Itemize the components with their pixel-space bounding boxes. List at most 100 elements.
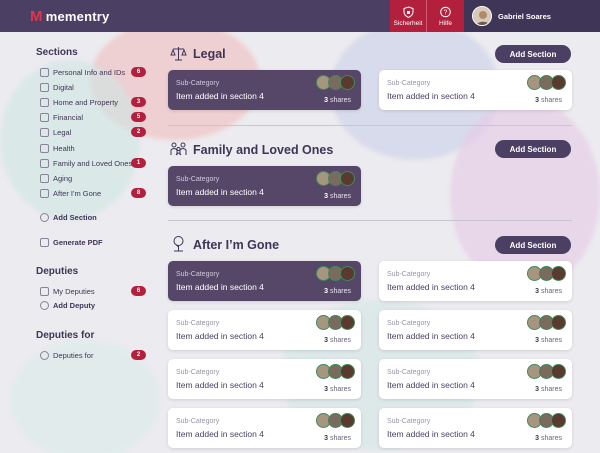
avatar xyxy=(472,6,492,26)
shares-count: 3 shares xyxy=(324,97,351,104)
item-card[interactable]: Sub-Category Item added in section 4 3 s… xyxy=(379,70,572,110)
shares-count: 3 shares xyxy=(535,386,562,393)
user-menu[interactable]: Gabriel Soares xyxy=(464,0,600,32)
shares-number: 3 xyxy=(324,435,329,442)
section-title: After I’m Gone xyxy=(193,238,280,252)
item-card[interactable]: Sub-Category Item added in section 4 3 s… xyxy=(168,70,361,110)
avatar-group xyxy=(316,413,355,428)
avatar-group xyxy=(316,171,355,186)
avatar xyxy=(340,171,355,186)
card-subcategory: Sub-Category xyxy=(387,369,431,376)
add-section-button[interactable]: Add Section xyxy=(495,45,571,63)
shares-number: 3 xyxy=(535,386,540,393)
card-subcategory: Sub-Category xyxy=(176,80,220,87)
shares-count: 3 shares xyxy=(535,288,562,295)
card-text: Item added in section 4 xyxy=(176,429,264,439)
avatar-group xyxy=(316,364,355,379)
card-subcategory: Sub-Category xyxy=(387,271,431,278)
avatar-group xyxy=(316,315,355,330)
shares-number: 3 xyxy=(535,97,540,104)
svg-text:?: ? xyxy=(444,9,448,16)
avatar xyxy=(340,266,355,281)
shares-number: 3 xyxy=(535,337,540,344)
avatar-group xyxy=(316,75,355,90)
card-text: Item added in section 4 xyxy=(387,429,475,439)
section-title: Family and Loved Ones xyxy=(193,143,334,157)
card-subcategory: Sub-Category xyxy=(176,320,220,327)
shares-number: 3 xyxy=(324,386,329,393)
family-icon xyxy=(170,142,187,156)
item-card[interactable]: Sub-Category Item added in section 4 3 s… xyxy=(379,261,572,301)
shares-count: 3 shares xyxy=(324,386,351,393)
shield-icon xyxy=(403,5,413,18)
avatar xyxy=(551,413,566,428)
card-text: Item added in section 4 xyxy=(176,187,264,197)
card-text: Item added in section 4 xyxy=(176,380,264,390)
avatar-group xyxy=(527,75,566,90)
card-text: Item added in section 4 xyxy=(176,91,264,101)
avatar-group xyxy=(316,266,355,281)
main-content: Legal Add Section Sub-Category Item adde… xyxy=(0,0,600,453)
shares-word: shares xyxy=(329,193,351,200)
shares-number: 3 xyxy=(324,193,329,200)
logo-icon: M xyxy=(30,7,43,25)
card-text: Item added in section 4 xyxy=(387,380,475,390)
shares-word: shares xyxy=(329,386,351,393)
avatar-group xyxy=(527,315,566,330)
help-button[interactable]: ? Hilfe xyxy=(426,0,464,32)
app-logo[interactable]: M mementry xyxy=(30,8,109,25)
shares-count: 3 shares xyxy=(324,288,351,295)
avatar xyxy=(340,413,355,428)
shares-word: shares xyxy=(540,97,562,104)
section-title: Legal xyxy=(193,47,226,61)
avatar xyxy=(340,75,355,90)
item-card[interactable]: Sub-Category Item added in section 4 3 s… xyxy=(168,261,361,301)
avatar xyxy=(551,364,566,379)
shares-count: 3 shares xyxy=(324,435,351,442)
avatar-group xyxy=(527,266,566,281)
avatar xyxy=(340,364,355,379)
card-subcategory: Sub-Category xyxy=(176,271,220,278)
help-icon: ? xyxy=(440,6,451,17)
shares-word: shares xyxy=(540,435,562,442)
app-name: mementry xyxy=(45,8,110,24)
shares-count: 3 shares xyxy=(535,435,562,442)
shares-count: 3 shares xyxy=(324,193,351,200)
shares-count: 3 shares xyxy=(535,97,562,104)
item-card[interactable]: Sub-Category Item added in section 4 3 s… xyxy=(379,408,572,448)
shares-word: shares xyxy=(540,386,562,393)
shares-number: 3 xyxy=(324,337,329,344)
item-card[interactable]: Sub-Category Item added in section 4 3 s… xyxy=(168,166,361,206)
shares-word: shares xyxy=(329,97,351,104)
card-text: Item added in section 4 xyxy=(387,331,475,341)
card-text: Item added in section 4 xyxy=(176,282,264,292)
card-subcategory: Sub-Category xyxy=(176,418,220,425)
card-text: Item added in section 4 xyxy=(387,91,475,101)
item-card[interactable]: Sub-Category Item added in section 4 3 s… xyxy=(168,408,361,448)
shares-word: shares xyxy=(540,288,562,295)
add-section-button[interactable]: Add Section xyxy=(495,140,571,158)
top-bar: M mementry Sicherheit ? Hilfe Gabriel So… xyxy=(0,0,600,32)
item-card[interactable]: Sub-Category Item added in section 4 3 s… xyxy=(168,359,361,399)
add-section-button[interactable]: Add Section xyxy=(495,236,571,254)
shares-word: shares xyxy=(329,337,351,344)
shares-count: 3 shares xyxy=(324,337,351,344)
security-button[interactable]: Sicherheit xyxy=(390,0,426,32)
card-subcategory: Sub-Category xyxy=(387,80,431,87)
shares-count: 3 shares xyxy=(535,337,562,344)
avatar xyxy=(551,315,566,330)
item-card[interactable]: Sub-Category Item added in section 4 3 s… xyxy=(168,310,361,350)
shares-number: 3 xyxy=(535,435,540,442)
avatar-group xyxy=(527,364,566,379)
item-card[interactable]: Sub-Category Item added in section 4 3 s… xyxy=(379,310,572,350)
avatar xyxy=(340,315,355,330)
shares-number: 3 xyxy=(535,288,540,295)
divider xyxy=(168,220,572,221)
tree-icon xyxy=(173,236,184,252)
shares-number: 3 xyxy=(324,97,329,104)
item-card[interactable]: Sub-Category Item added in section 4 3 s… xyxy=(379,359,572,399)
scale-icon xyxy=(170,47,187,61)
shares-number: 3 xyxy=(324,288,329,295)
card-subcategory: Sub-Category xyxy=(176,176,220,183)
security-label: Sicherheit xyxy=(393,19,423,27)
